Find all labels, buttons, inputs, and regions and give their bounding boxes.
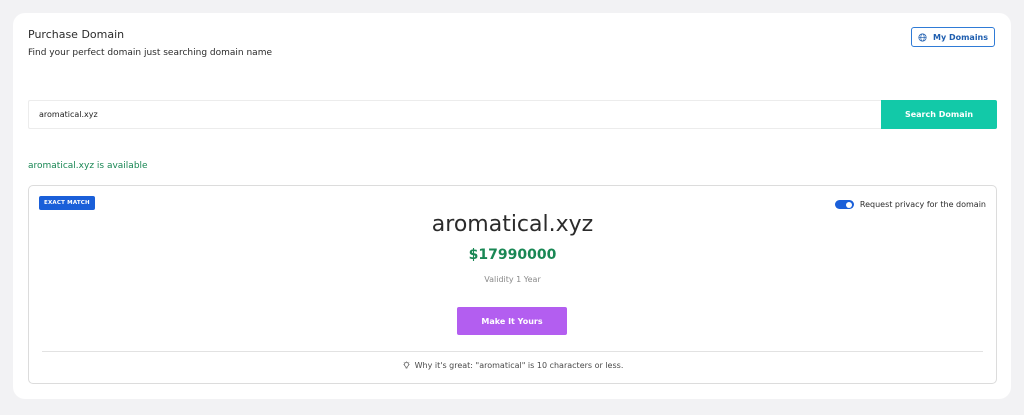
why-great-text: Why it's great: "aromatical" is 10 chara… — [414, 361, 624, 370]
privacy-toggle[interactable] — [834, 200, 854, 209]
lightbulb-icon — [402, 361, 411, 370]
divider — [42, 351, 983, 352]
globe-icon — [918, 32, 927, 42]
domain-result-card: EXACT MATCH Request privacy for the doma… — [28, 185, 997, 384]
search-domain-button[interactable]: Search Domain — [881, 100, 997, 129]
domain-name: aromatical.xyz — [431, 212, 594, 237]
availability-status: aromatical.xyz is available — [28, 161, 148, 171]
why-great-note: Why it's great: "aromatical" is 10 chara… — [29, 361, 996, 370]
privacy-label: Request privacy for the domain — [859, 200, 986, 209]
purchase-domain-card: Purchase Domain Find your perfect domain… — [13, 13, 1011, 399]
domain-search-input[interactable] — [28, 100, 881, 129]
page-subtitle: Find your perfect domain just searching … — [28, 48, 273, 58]
page-title: Purchase Domain — [28, 28, 125, 41]
my-domains-label: My Domains — [932, 32, 989, 42]
privacy-toggle-group: Request privacy for the domain — [834, 200, 986, 209]
exact-match-badge: EXACT MATCH — [39, 196, 95, 210]
toggle-knob — [846, 201, 853, 208]
make-it-yours-button[interactable]: Make It Yours — [457, 307, 567, 335]
validity-text: Validity 1 Year — [484, 275, 541, 284]
domain-price: $17990000 — [468, 247, 557, 263]
my-domains-button[interactable]: My Domains — [911, 27, 995, 47]
